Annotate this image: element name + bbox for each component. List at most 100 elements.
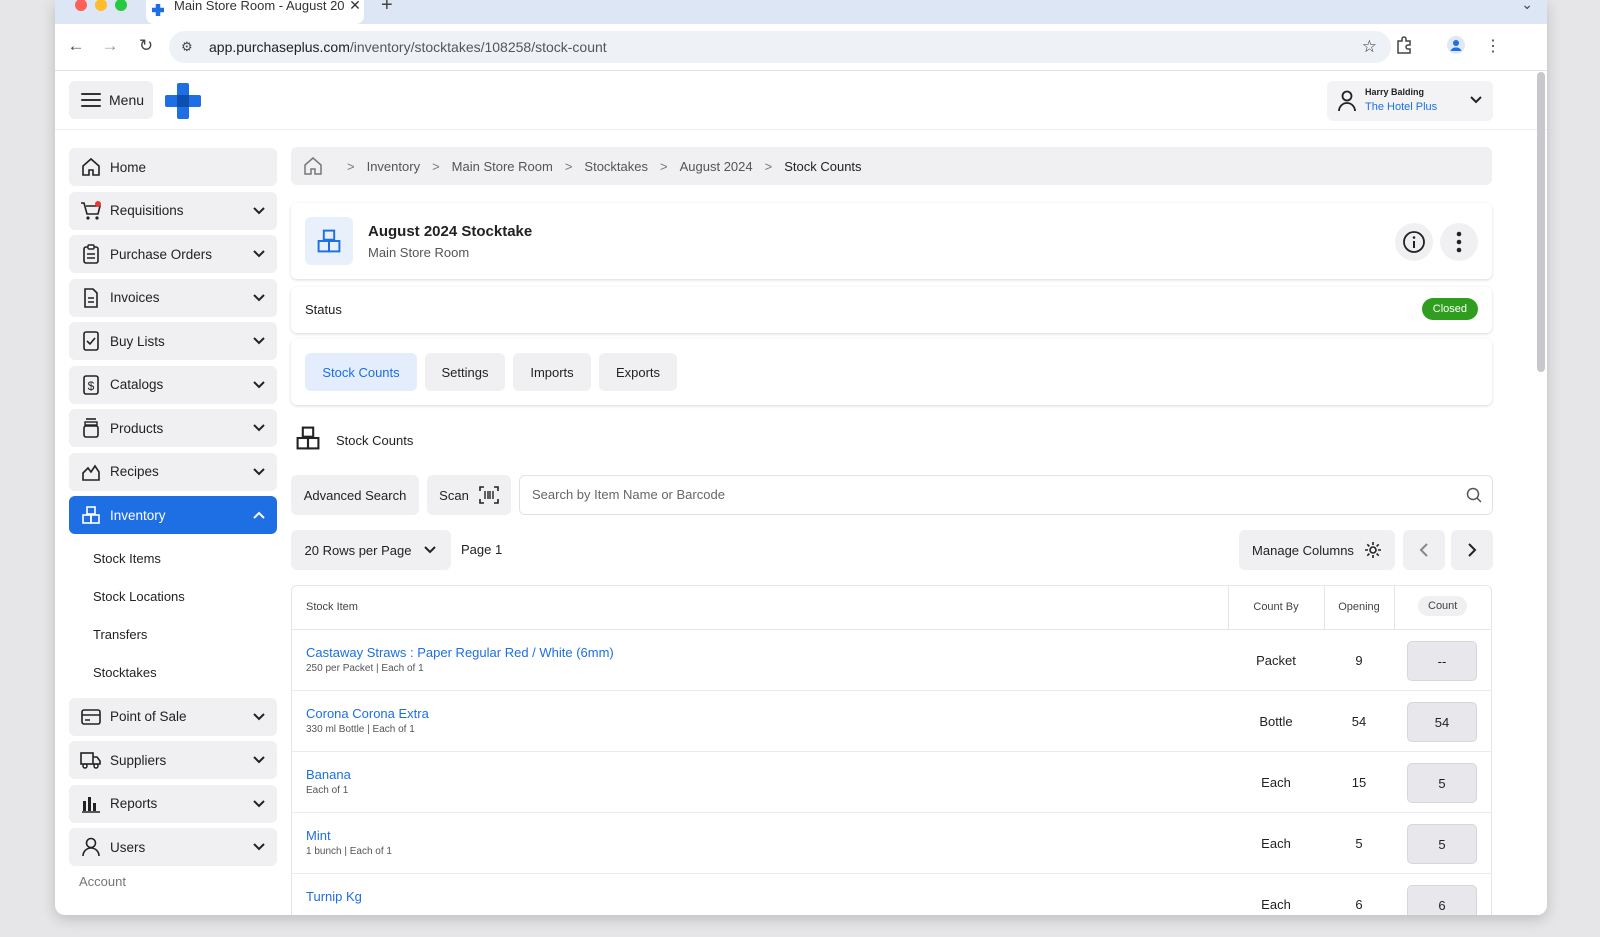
tab-exports[interactable]: Exports [599,353,677,391]
maximize-window-button[interactable] [115,0,127,11]
count-input[interactable]: 54 [1407,702,1477,742]
dollar-doc-icon: $ [80,374,102,396]
sidebar-item-purchase-orders[interactable]: Purchase Orders [69,235,277,273]
sidebar-item-users[interactable]: Users [69,828,277,866]
sidebar-subitem-stocktakes[interactable]: Stocktakes [69,654,277,692]
inventory-submenu: Stock Items Stock Locations Transfers St… [69,540,277,692]
sidebar-subitem-transfers[interactable]: Transfers [69,616,277,654]
breadcrumb-august-2024[interactable]: August 2024 [680,159,753,174]
sidebar-item-label: Buy Lists [110,333,165,349]
more-options-button[interactable] [1440,223,1478,261]
browser-window: Main Store Room - August 20 ✕ + ⌄ ← → ↻ … [55,0,1547,915]
purchaseplus-logo[interactable] [165,83,201,124]
next-page-button[interactable] [1451,530,1493,570]
sidebar-item-reports[interactable]: Reports [69,784,277,823]
boxes-icon [80,504,102,526]
chevron-down-icon [253,422,265,437]
page-subtitle: Main Store Room [368,245,470,260]
extensions-icon[interactable] [1395,36,1413,59]
new-tab-icon[interactable]: + [381,0,393,17]
status-badge: Closed [1421,298,1478,320]
stock-item-link[interactable]: Corona Corona Extra [306,706,429,721]
browser-menu-icon[interactable]: ⋮ [1485,36,1501,56]
sidebar-item-suppliers[interactable]: Suppliers [69,741,277,779]
sidebar-subitem-stock-items[interactable]: Stock Items [69,540,277,578]
main-content: > Inventory > Main Store Room > Stocktak… [291,147,1493,915]
tab-stock-counts[interactable]: Stock Counts [305,353,417,391]
chevron-down-icon [253,841,265,856]
manage-columns-button[interactable]: Manage Columns [1239,530,1395,570]
chevron-down-icon [253,466,265,481]
table-row: Turnip Kg Each 6 6 [292,874,1491,915]
info-button[interactable] [1395,223,1433,261]
search-input[interactable] [530,486,1434,503]
header-count-by[interactable]: Count By [1228,601,1324,613]
sidebar-item-products[interactable]: Products [69,409,277,447]
breadcrumb-main-store-room[interactable]: Main Store Room [452,159,553,174]
search-icon[interactable] [1466,487,1482,508]
count-input[interactable]: -- [1407,641,1477,681]
user-account-menu[interactable]: Harry Balding The Hotel Plus [1327,81,1493,121]
sidebar-subitem-stock-locations[interactable]: Stock Locations [69,578,277,616]
sidebar-item-buy-lists[interactable]: Buy Lists [69,322,277,360]
chevron-right-icon: > [347,158,355,174]
site-settings-icon[interactable]: ⚙ [181,39,201,55]
minimize-window-button[interactable] [95,0,107,11]
page-scrollbar[interactable] [1537,72,1545,372]
back-icon[interactable]: ← [65,36,87,56]
truck-icon [80,749,102,771]
chevron-down-icon [253,248,265,263]
gear-icon [1364,541,1382,559]
stock-item-description: 250 per Packet | Each of 1 [306,663,424,674]
count-input[interactable]: 5 [1407,763,1477,803]
sidebar-item-inventory[interactable]: Inventory [69,496,277,534]
user-icon [80,836,102,858]
jar-icon [80,417,102,439]
scan-button[interactable]: Scan [427,475,511,515]
previous-page-button[interactable] [1403,530,1445,570]
breadcrumb-inventory[interactable]: Inventory [367,159,420,174]
sidebar-item-recipes[interactable]: Recipes [69,452,277,491]
search-field[interactable] [519,475,1493,515]
stock-item-link[interactable]: Mint [306,828,331,843]
stock-item-link[interactable]: Banana [306,767,351,782]
sidebar-item-home[interactable]: Home [69,148,277,186]
count-input[interactable]: 6 [1407,885,1477,915]
count-input[interactable]: 5 [1407,824,1477,864]
tab-search-chevron-icon[interactable]: ⌄ [1521,0,1533,13]
stock-item-link[interactable]: Castaway Straws : Paper Regular Red / Wh… [306,645,614,660]
column-divider [1394,586,1395,629]
stock-item-link[interactable]: Turnip Kg [306,889,362,904]
sidebar-item-invoices[interactable]: Invoices [69,278,277,317]
sidebar-item-catalogs[interactable]: $ Catalogs [69,365,277,404]
url-text: app.purchaseplus.com/inventory/stocktake… [209,39,607,55]
reload-icon[interactable]: ↻ [135,36,157,56]
user-icon [1337,90,1357,117]
search-row: Advanced Search Scan [291,475,1493,515]
sidebar-item-requisitions[interactable]: Requisitions [69,191,277,230]
tab-imports[interactable]: Imports [513,353,591,391]
profile-icon[interactable] [1447,36,1465,59]
address-bar[interactable]: ⚙ app.purchaseplus.com/inventory/stockta… [169,31,1391,63]
count-by-cell: Packet [1256,653,1296,668]
forward-icon[interactable]: → [99,36,121,56]
header-count[interactable]: Count [1418,596,1468,616]
bookmark-star-icon[interactable]: ☆ [1362,37,1377,57]
sidebar-item-label: Point of Sale [110,709,187,724]
sidebar-item-point-of-sale[interactable]: Point of Sale [69,697,277,736]
sidebar-item-label: Purchase Orders [110,246,213,262]
header-opening[interactable]: Opening [1324,601,1394,613]
account-section-label: Account [79,874,126,889]
close-window-button[interactable] [75,0,87,11]
tab-settings[interactable]: Settings [425,353,505,391]
status-label: Status [305,302,342,317]
breadcrumb-stocktakes[interactable]: Stocktakes [584,159,648,174]
home-icon[interactable] [303,156,323,176]
advanced-search-button[interactable]: Advanced Search [291,475,419,515]
rows-per-page-select[interactable]: 20 Rows per Page [291,530,451,570]
close-tab-icon[interactable]: ✕ [346,0,364,14]
browser-tab[interactable]: Main Store Room - August 20 ✕ [146,0,364,24]
chevron-right-icon [1468,543,1477,557]
menu-button[interactable]: Menu [69,81,153,119]
header-stock-item[interactable]: Stock Item [306,601,358,613]
